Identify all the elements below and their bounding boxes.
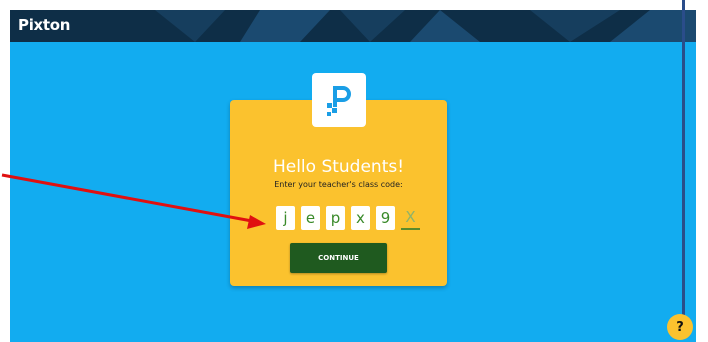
code-char-5[interactable]: 9	[376, 206, 395, 230]
continue-button[interactable]: CONTINUE	[290, 243, 387, 273]
code-char-4[interactable]: x	[351, 206, 370, 230]
card-title: Hello Students!	[272, 157, 405, 177]
code-char-6[interactable]: X	[401, 206, 420, 230]
code-char-3[interactable]: p	[326, 206, 345, 230]
code-char-2[interactable]: e	[301, 206, 320, 230]
code-char-1[interactable]: j	[276, 206, 295, 230]
help-icon[interactable]: ?	[667, 314, 693, 340]
header-decoration	[155, 10, 696, 42]
pixton-p-icon	[312, 73, 366, 127]
vertical-divider-line	[682, 0, 685, 326]
top-bar: Pixton	[10, 10, 696, 42]
card-subtitle: Enter your teacher's class code:	[274, 180, 403, 189]
pixton-logo[interactable]: Pixton	[18, 16, 70, 34]
